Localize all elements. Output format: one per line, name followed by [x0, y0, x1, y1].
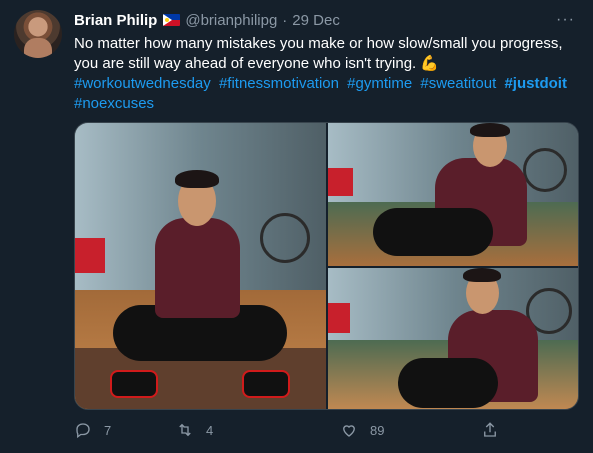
tweet-text-line-2: you are still way ahead of everyone who …	[74, 55, 440, 72]
media-grid	[74, 122, 579, 410]
hashtag-link[interactable]: #noexcuses	[74, 95, 154, 112]
tweet-text: No matter how many mistakes you make or …	[74, 34, 579, 74]
hashtags: #workoutwednesday #fitnessmotivation #gy…	[74, 74, 579, 114]
photo-1[interactable]	[75, 123, 326, 409]
photo-2[interactable]	[328, 123, 578, 266]
red-box	[328, 303, 350, 333]
heart-icon	[343, 425, 355, 437]
hashtag-link[interactable]: #gymtime	[347, 75, 412, 92]
retweet-count: 4	[206, 422, 214, 438]
avatar[interactable]	[14, 10, 62, 58]
header-separator: ·	[282, 11, 288, 29]
reply-button[interactable]: 7	[74, 421, 111, 439]
red-box	[75, 238, 105, 273]
like-button[interactable]: 89	[340, 421, 384, 439]
share-button[interactable]	[481, 421, 511, 439]
share-icon	[484, 422, 496, 437]
hashtag-link[interactable]: #sweatitout	[420, 75, 496, 92]
person-seated	[373, 123, 563, 266]
author-handle[interactable]: @brianphilipg	[185, 12, 277, 29]
tweet-text-line-1: No matter how many mistakes you make or …	[74, 35, 563, 52]
tweet: Brian Philip @brianphilipg · 29 Dec ··· …	[0, 0, 593, 453]
more-icon[interactable]: ···	[556, 11, 575, 29]
retweet-button[interactable]: 4	[176, 421, 213, 439]
reply-icon	[76, 423, 90, 439]
hashtag-link[interactable]: #fitnessmotivation	[219, 75, 339, 92]
hashtag-link[interactable]: #justdoit	[504, 75, 567, 92]
reply-count: 7	[104, 422, 112, 438]
photo-3[interactable]	[328, 268, 578, 409]
person-seated	[110, 168, 290, 408]
philippines-flag-icon	[163, 14, 181, 26]
retweet-icon	[179, 423, 191, 437]
author-name[interactable]: Brian Philip	[74, 12, 157, 29]
tweet-actions: 7 4 89	[74, 421, 579, 443]
red-box	[328, 168, 353, 196]
like-count: 89	[370, 422, 385, 438]
person-seated	[393, 268, 568, 409]
hashtag-link[interactable]: #workoutwednesday	[74, 75, 211, 92]
tweet-header: Brian Philip @brianphilipg · 29 Dec	[74, 10, 340, 30]
tweet-date[interactable]: 29 Dec	[292, 12, 340, 29]
